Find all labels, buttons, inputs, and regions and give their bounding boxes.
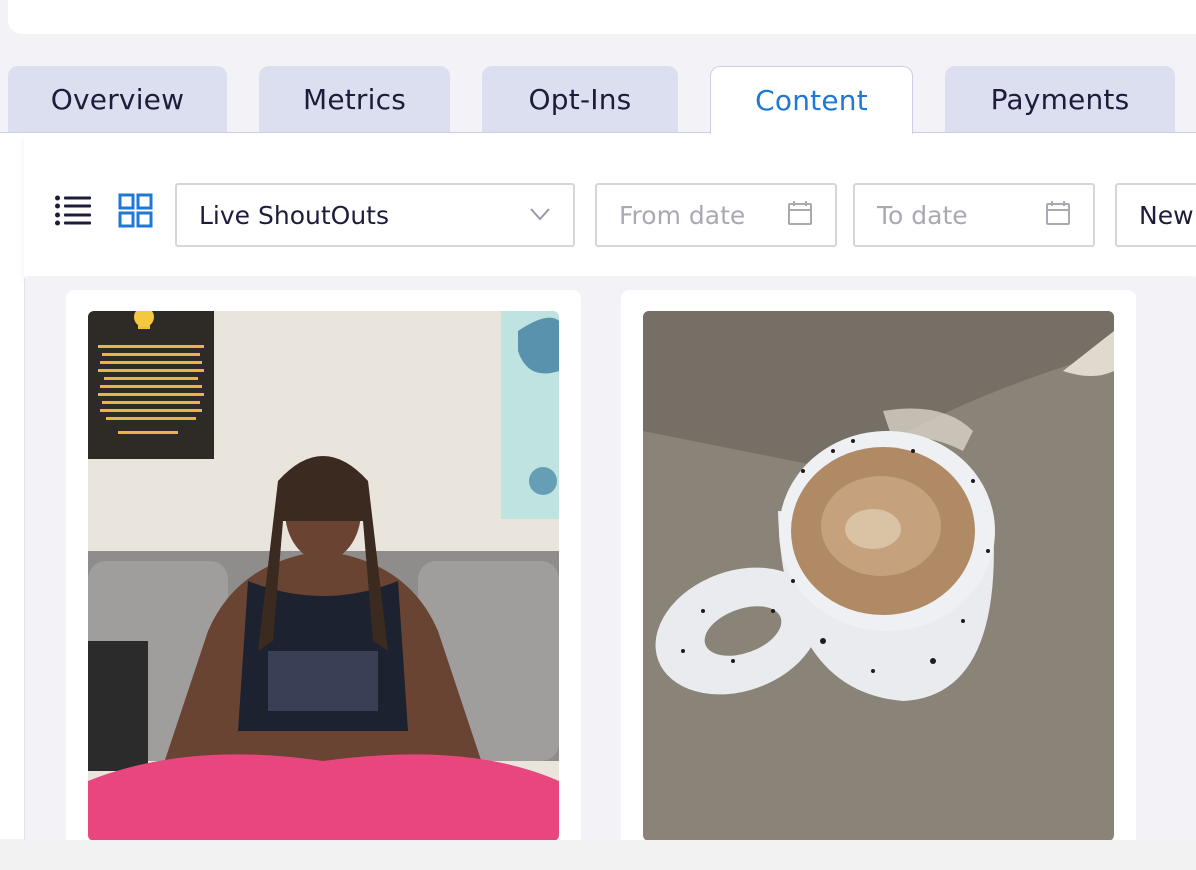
- tab-opt-ins[interactable]: Opt-Ins: [482, 66, 678, 132]
- man-with-long-locs-on-couch-photo[interactable]: [88, 311, 559, 841]
- header-card: [8, 0, 1196, 34]
- speckled-coffee-mug-photo[interactable]: [643, 311, 1114, 841]
- calendar-icon: [1045, 200, 1071, 230]
- sort-value: New: [1139, 200, 1194, 230]
- from-date-placeholder: From date: [619, 200, 746, 230]
- content-card[interactable]: [66, 290, 581, 850]
- tab-bar: Overview Metrics Opt-Ins Content Payment…: [0, 66, 1196, 134]
- content-type-value: Live ShoutOuts: [199, 200, 390, 230]
- tab-content[interactable]: Content: [710, 66, 913, 134]
- chevron-down-icon: [529, 206, 551, 225]
- tab-overview[interactable]: Overview: [8, 66, 227, 132]
- list-view-icon[interactable]: [54, 192, 92, 230]
- content-card[interactable]: [621, 290, 1136, 850]
- sort-select[interactable]: New: [1115, 183, 1196, 247]
- bottom-strip: [0, 840, 1196, 870]
- grid-view-icon[interactable]: [117, 192, 155, 230]
- tab-payments[interactable]: Payments: [945, 66, 1175, 132]
- to-date-field[interactable]: To date: [853, 183, 1095, 247]
- to-date-placeholder: To date: [877, 200, 968, 230]
- tab-metrics[interactable]: Metrics: [259, 66, 450, 132]
- content-type-select[interactable]: Live ShoutOuts: [175, 183, 575, 247]
- calendar-icon: [787, 200, 813, 230]
- from-date-field[interactable]: From date: [595, 183, 837, 247]
